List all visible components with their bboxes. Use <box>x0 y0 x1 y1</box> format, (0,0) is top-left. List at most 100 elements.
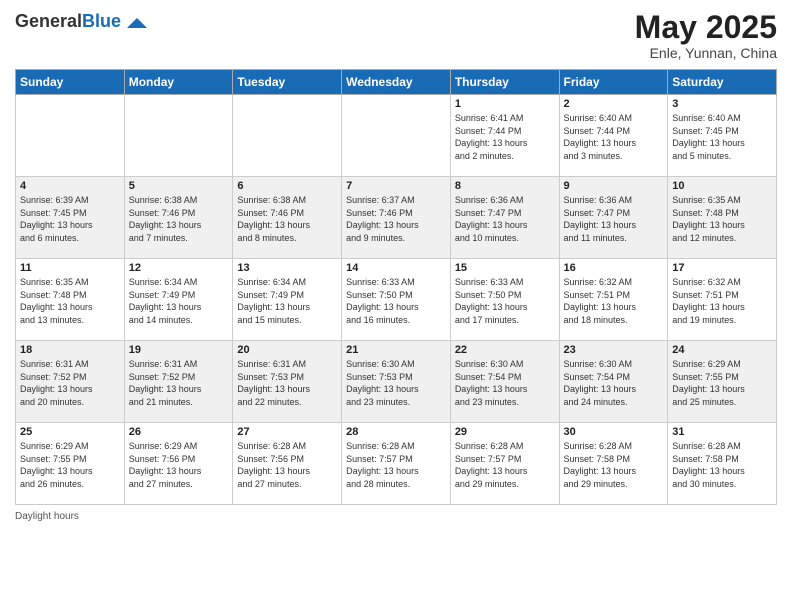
day-info: Sunrise: 6:28 AM Sunset: 7:58 PM Dayligh… <box>672 440 772 490</box>
day-number: 31 <box>672 426 772 438</box>
day-number: 13 <box>237 262 337 274</box>
week-row-4: 25Sunrise: 6:29 AM Sunset: 7:55 PM Dayli… <box>16 423 777 505</box>
day-number: 9 <box>564 180 664 192</box>
daylight-hours-label: Daylight hours <box>15 511 79 522</box>
day-number: 12 <box>129 262 229 274</box>
day-number: 8 <box>455 180 555 192</box>
day-number: 27 <box>237 426 337 438</box>
day-cell <box>342 95 451 177</box>
day-cell: 21Sunrise: 6:30 AM Sunset: 7:53 PM Dayli… <box>342 341 451 423</box>
day-cell: 31 Sunrise: 6:28 AM Sunset: 7:58 PM Dayli… <box>668 423 777 505</box>
day-header-wednesday: Wednesday <box>342 70 451 95</box>
day-header-tuesday: Tuesday <box>233 70 342 95</box>
footer: Daylight hours <box>15 511 777 522</box>
day-cell: 12Sunrise: 6:34 AM Sunset: 7:49 PM Dayli… <box>124 259 233 341</box>
day-cell: 25Sunrise: 6:29 AM Sunset: 7:55 PM Dayli… <box>16 423 125 505</box>
day-info: Sunrise: 6:38 AM Sunset: 7:46 PM Dayligh… <box>129 194 229 244</box>
day-info: Sunrise: 6:29 AM Sunset: 7:55 PM Dayligh… <box>20 440 120 490</box>
day-cell: 5 Sunrise: 6:38 AM Sunset: 7:46 PM Daylig… <box>124 177 233 259</box>
day-cell: 9Sunrise: 6:36 AM Sunset: 7:47 PM Daylig… <box>559 177 668 259</box>
day-cell: 7 Sunrise: 6:37 AM Sunset: 7:46 PM Daylig… <box>342 177 451 259</box>
day-number: 24 <box>672 344 772 356</box>
day-number: 29 <box>455 426 555 438</box>
day-info: Sunrise: 6:36 AM Sunset: 7:47 PM Dayligh… <box>455 194 555 244</box>
day-info: Sunrise: 6:35 AM Sunset: 7:48 PM Dayligh… <box>20 276 120 326</box>
week-row-1: 4 Sunrise: 6:39 AM Sunset: 7:45 PM Daylig… <box>16 177 777 259</box>
day-info: Sunrise: 6:37 AM Sunset: 7:46 PM Dayligh… <box>346 194 446 244</box>
day-info: Sunrise: 6:40 AM Sunset: 7:45 PM Dayligh… <box>672 112 772 162</box>
day-number: 4 <box>20 180 120 192</box>
day-cell: 15 Sunrise: 6:33 AM Sunset: 7:50 PM Dayli… <box>450 259 559 341</box>
day-info: Sunrise: 6:38 AM Sunset: 7:46 PM Dayligh… <box>237 194 337 244</box>
day-number: 18 <box>20 344 120 356</box>
day-number: 3 <box>672 98 772 110</box>
day-cell <box>16 95 125 177</box>
day-info: Sunrise: 6:31 AM Sunset: 7:52 PM Dayligh… <box>20 358 120 408</box>
day-number: 23 <box>564 344 664 356</box>
page: GeneralBlue May 2025 Enle, Yunnan, China… <box>0 0 792 612</box>
day-number: 16 <box>564 262 664 274</box>
calendar-table: SundayMondayTuesdayWednesdayThursdayFrid… <box>15 69 777 505</box>
day-number: 26 <box>129 426 229 438</box>
week-row-2: 11 Sunrise: 6:35 AM Sunset: 7:48 PM Dayli… <box>16 259 777 341</box>
day-info: Sunrise: 6:31 AM Sunset: 7:52 PM Dayligh… <box>129 358 229 408</box>
day-cell: 10 Sunrise: 6:35 AM Sunset: 7:48 PM Dayli… <box>668 177 777 259</box>
day-cell: 20Sunrise: 6:31 AM Sunset: 7:53 PM Dayli… <box>233 341 342 423</box>
day-header-thursday: Thursday <box>450 70 559 95</box>
logo-general: General <box>15 11 82 31</box>
day-header-sunday: Sunday <box>16 70 125 95</box>
day-number: 11 <box>20 262 120 274</box>
day-info: Sunrise: 6:34 AM Sunset: 7:49 PM Dayligh… <box>237 276 337 326</box>
week-row-0: 1 Sunrise: 6:41 AM Sunset: 7:44 PM Daylig… <box>16 95 777 177</box>
day-number: 14 <box>346 262 446 274</box>
logo: GeneralBlue <box>15 10 147 34</box>
day-info: Sunrise: 6:32 AM Sunset: 7:51 PM Dayligh… <box>564 276 664 326</box>
day-info: Sunrise: 6:28 AM Sunset: 7:57 PM Dayligh… <box>346 440 446 490</box>
day-info: Sunrise: 6:30 AM Sunset: 7:54 PM Dayligh… <box>455 358 555 408</box>
day-info: Sunrise: 6:28 AM Sunset: 7:58 PM Dayligh… <box>564 440 664 490</box>
day-number: 22 <box>455 344 555 356</box>
month-title: May 2025 <box>635 10 777 45</box>
day-number: 15 <box>455 262 555 274</box>
week-row-3: 18 Sunrise: 6:31 AM Sunset: 7:52 PM Dayli… <box>16 341 777 423</box>
day-cell: 26 Sunrise: 6:29 AM Sunset: 7:56 PM Dayli… <box>124 423 233 505</box>
day-info: Sunrise: 6:33 AM Sunset: 7:50 PM Dayligh… <box>455 276 555 326</box>
day-info: Sunrise: 6:39 AM Sunset: 7:45 PM Dayligh… <box>20 194 120 244</box>
day-cell: 4 Sunrise: 6:39 AM Sunset: 7:45 PM Daylig… <box>16 177 125 259</box>
day-cell: 17 Sunrise: 6:32 AM Sunset: 7:51 PM Dayli… <box>668 259 777 341</box>
day-info: Sunrise: 6:28 AM Sunset: 7:56 PM Dayligh… <box>237 440 337 490</box>
day-cell: 19Sunrise: 6:31 AM Sunset: 7:52 PM Dayli… <box>124 341 233 423</box>
day-cell: 16 Sunrise: 6:32 AM Sunset: 7:51 PM Dayli… <box>559 259 668 341</box>
day-header-friday: Friday <box>559 70 668 95</box>
day-cell: 3 Sunrise: 6:40 AM Sunset: 7:45 PM Daylig… <box>668 95 777 177</box>
day-header-saturday: Saturday <box>668 70 777 95</box>
day-info: Sunrise: 6:30 AM Sunset: 7:54 PM Dayligh… <box>564 358 664 408</box>
day-info: Sunrise: 6:29 AM Sunset: 7:56 PM Dayligh… <box>129 440 229 490</box>
day-cell: 22 Sunrise: 6:30 AM Sunset: 7:54 PM Dayli… <box>450 341 559 423</box>
day-cell: 28Sunrise: 6:28 AM Sunset: 7:57 PM Dayli… <box>342 423 451 505</box>
day-number: 21 <box>346 344 446 356</box>
logo-icon <box>123 10 147 34</box>
day-cell <box>233 95 342 177</box>
day-number: 1 <box>455 98 555 110</box>
header: GeneralBlue May 2025 Enle, Yunnan, China <box>15 10 777 61</box>
day-number: 6 <box>237 180 337 192</box>
day-number: 5 <box>129 180 229 192</box>
day-info: Sunrise: 6:40 AM Sunset: 7:44 PM Dayligh… <box>564 112 664 162</box>
day-cell: 1 Sunrise: 6:41 AM Sunset: 7:44 PM Daylig… <box>450 95 559 177</box>
day-number: 10 <box>672 180 772 192</box>
day-cell: 13 Sunrise: 6:34 AM Sunset: 7:49 PM Dayli… <box>233 259 342 341</box>
header-row: SundayMondayTuesdayWednesdayThursdayFrid… <box>16 70 777 95</box>
day-info: Sunrise: 6:41 AM Sunset: 7:44 PM Dayligh… <box>455 112 555 162</box>
day-number: 7 <box>346 180 446 192</box>
day-info: Sunrise: 6:32 AM Sunset: 7:51 PM Dayligh… <box>672 276 772 326</box>
day-info: Sunrise: 6:35 AM Sunset: 7:48 PM Dayligh… <box>672 194 772 244</box>
day-header-monday: Monday <box>124 70 233 95</box>
day-cell: 11 Sunrise: 6:35 AM Sunset: 7:48 PM Dayli… <box>16 259 125 341</box>
day-cell: 24Sunrise: 6:29 AM Sunset: 7:55 PM Dayli… <box>668 341 777 423</box>
day-cell: 30Sunrise: 6:28 AM Sunset: 7:58 PM Dayli… <box>559 423 668 505</box>
day-cell: 8 Sunrise: 6:36 AM Sunset: 7:47 PM Daylig… <box>450 177 559 259</box>
day-number: 17 <box>672 262 772 274</box>
title-block: May 2025 Enle, Yunnan, China <box>635 10 777 61</box>
day-info: Sunrise: 6:33 AM Sunset: 7:50 PM Dayligh… <box>346 276 446 326</box>
